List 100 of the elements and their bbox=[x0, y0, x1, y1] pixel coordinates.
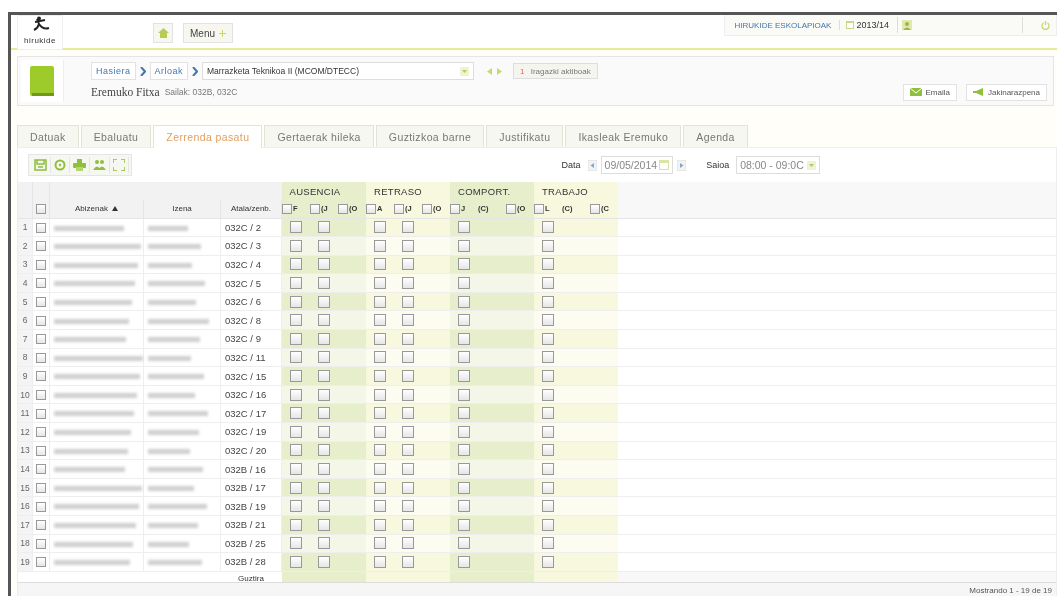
attendance-checkbox[interactable] bbox=[542, 537, 554, 550]
user-field[interactable] bbox=[897, 17, 1023, 33]
select-all-checkbox[interactable] bbox=[36, 204, 46, 215]
attendance-checkbox[interactable] bbox=[458, 556, 470, 568]
attendance-checkbox[interactable] bbox=[458, 351, 470, 364]
attendance-checkbox[interactable] bbox=[290, 258, 302, 271]
attendance-checkbox[interactable] bbox=[402, 351, 414, 364]
row-checkbox[interactable] bbox=[36, 222, 46, 233]
previous-icon[interactable] bbox=[486, 66, 495, 76]
attendance-checkbox[interactable] bbox=[290, 314, 302, 327]
attendance-checkbox[interactable] bbox=[402, 518, 414, 531]
attendance-checkbox[interactable] bbox=[458, 500, 470, 513]
attendance-checkbox[interactable] bbox=[402, 314, 414, 327]
attendance-checkbox[interactable] bbox=[318, 556, 330, 568]
attendance-checkbox[interactable] bbox=[458, 239, 470, 252]
menu-button[interactable]: Menu bbox=[183, 23, 233, 43]
row-checkbox[interactable] bbox=[36, 501, 46, 512]
attendance-checkbox[interactable] bbox=[374, 295, 386, 308]
save-icon[interactable] bbox=[31, 157, 51, 173]
attendance-checkbox[interactable] bbox=[290, 444, 302, 457]
attendance-checkbox[interactable] bbox=[290, 463, 302, 475]
attendance-checkbox[interactable] bbox=[374, 351, 386, 364]
attendance-checkbox[interactable] bbox=[318, 370, 330, 383]
attendance-checkbox[interactable] bbox=[318, 500, 330, 513]
attendance-checkbox[interactable] bbox=[290, 332, 302, 345]
home-button[interactable] bbox=[153, 23, 173, 43]
row-checkbox[interactable] bbox=[36, 408, 46, 419]
attendance-checkbox[interactable] bbox=[374, 407, 386, 420]
row-checkbox[interactable] bbox=[36, 352, 46, 363]
row-checkbox[interactable] bbox=[36, 278, 46, 289]
attendance-checkbox[interactable] bbox=[542, 500, 554, 513]
attendance-checkbox[interactable] bbox=[542, 481, 554, 494]
attendance-checkbox[interactable] bbox=[542, 277, 554, 290]
attendance-checkbox[interactable] bbox=[290, 388, 302, 401]
previous-day-icon[interactable] bbox=[587, 159, 597, 171]
attendance-checkbox[interactable] bbox=[318, 295, 330, 308]
attendance-checkbox[interactable] bbox=[458, 277, 470, 290]
attendance-checkbox[interactable] bbox=[542, 425, 554, 438]
attendance-checkbox[interactable] bbox=[542, 444, 554, 457]
row-checkbox[interactable] bbox=[36, 315, 46, 326]
attendance-checkbox[interactable] bbox=[374, 518, 386, 531]
attendance-checkbox[interactable] bbox=[374, 500, 386, 513]
expand-icon[interactable] bbox=[110, 157, 129, 173]
attendance-checkbox[interactable] bbox=[290, 518, 302, 531]
attendance-checkbox[interactable] bbox=[374, 277, 386, 290]
attendance-checkbox[interactable] bbox=[542, 463, 554, 475]
tab[interactable]: Guztizkoa barne bbox=[375, 125, 485, 147]
attendance-checkbox[interactable] bbox=[542, 221, 554, 234]
column-checkbox[interactable] bbox=[310, 203, 320, 214]
attendance-checkbox[interactable] bbox=[374, 314, 386, 327]
attendance-checkbox[interactable] bbox=[458, 518, 470, 531]
column-checkbox[interactable] bbox=[422, 203, 432, 214]
column-header[interactable]: Izena bbox=[143, 200, 221, 218]
attendance-checkbox[interactable] bbox=[290, 370, 302, 383]
attendance-checkbox[interactable] bbox=[458, 370, 470, 383]
row-checkbox[interactable] bbox=[36, 334, 46, 345]
attendance-checkbox[interactable] bbox=[290, 537, 302, 550]
row-checkbox[interactable] bbox=[36, 538, 46, 549]
column-header[interactable]: Abizenak bbox=[49, 200, 144, 218]
tab[interactable]: Ikasleak Eremuko bbox=[565, 125, 682, 147]
column-checkbox[interactable] bbox=[506, 203, 516, 214]
next-icon[interactable] bbox=[495, 66, 504, 76]
attendance-checkbox[interactable] bbox=[458, 314, 470, 327]
attendance-checkbox[interactable] bbox=[318, 444, 330, 457]
row-checkbox[interactable] bbox=[36, 241, 46, 252]
attendance-checkbox[interactable] bbox=[458, 332, 470, 345]
attendance-checkbox[interactable] bbox=[318, 277, 330, 290]
attendance-checkbox[interactable] bbox=[290, 481, 302, 494]
row-checkbox[interactable] bbox=[36, 427, 46, 438]
attendance-checkbox[interactable] bbox=[458, 481, 470, 494]
attendance-checkbox[interactable] bbox=[374, 239, 386, 252]
tab[interactable]: Datuak bbox=[17, 125, 79, 147]
attendance-checkbox[interactable] bbox=[290, 295, 302, 308]
attendance-checkbox[interactable] bbox=[402, 239, 414, 252]
attendance-checkbox[interactable] bbox=[542, 332, 554, 345]
attendance-checkbox[interactable] bbox=[402, 500, 414, 513]
attendance-checkbox[interactable] bbox=[290, 425, 302, 438]
tab[interactable]: Justifikatu bbox=[486, 125, 564, 147]
attendance-checkbox[interactable] bbox=[374, 556, 386, 568]
attendance-checkbox[interactable] bbox=[402, 388, 414, 401]
attendance-checkbox[interactable] bbox=[374, 388, 386, 401]
school-year[interactable]: 2013/14 bbox=[839, 20, 889, 30]
attendance-checkbox[interactable] bbox=[402, 370, 414, 383]
attendance-checkbox[interactable] bbox=[458, 444, 470, 457]
attendance-checkbox[interactable] bbox=[374, 481, 386, 494]
attendance-checkbox[interactable] bbox=[374, 370, 386, 383]
attendance-checkbox[interactable] bbox=[402, 444, 414, 457]
attendance-checkbox[interactable] bbox=[374, 537, 386, 550]
tab[interactable]: Agenda bbox=[683, 125, 748, 147]
attendance-checkbox[interactable] bbox=[458, 407, 470, 420]
tab[interactable]: Ebaluatu bbox=[80, 125, 152, 147]
attendance-checkbox[interactable] bbox=[458, 295, 470, 308]
attendance-checkbox[interactable] bbox=[318, 314, 330, 327]
row-checkbox[interactable] bbox=[36, 557, 46, 568]
attendance-checkbox[interactable] bbox=[402, 481, 414, 494]
attendance-checkbox[interactable] bbox=[402, 556, 414, 568]
school-name[interactable]: HIRUKIDE ESKOLAPIOAK bbox=[734, 20, 832, 30]
people-icon[interactable] bbox=[90, 157, 110, 173]
power-icon[interactable] bbox=[1041, 20, 1050, 30]
attendance-checkbox[interactable] bbox=[402, 407, 414, 420]
